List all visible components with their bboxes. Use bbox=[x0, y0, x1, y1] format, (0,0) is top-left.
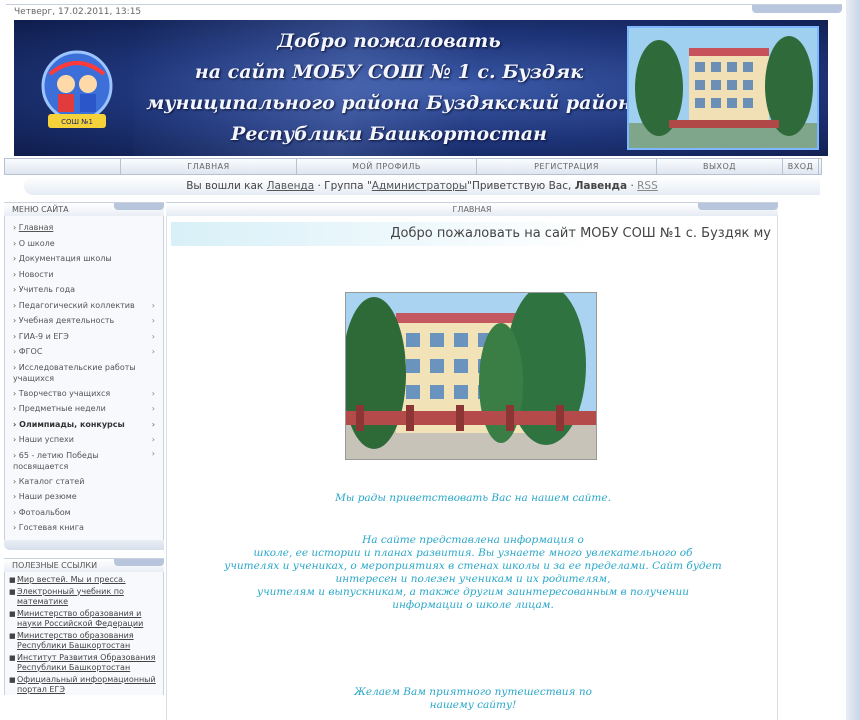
chevron-right-icon: › bbox=[151, 404, 155, 413]
menu-item[interactable]: › Олимпиады, конкурсы › bbox=[13, 417, 163, 433]
menu-item[interactable]: › Учебная деятельность › bbox=[13, 313, 163, 329]
useful-link[interactable]: Институт Развития Образования Республики… bbox=[9, 653, 159, 673]
chevron-right-icon: › bbox=[151, 316, 155, 325]
useful-links-title: ПОЛЕЗНЫЕ ССЫЛКИ bbox=[4, 557, 164, 572]
main-navigation: ГЛАВНАЯ МОЙ ПРОФИЛЬ РЕГИСТРАЦИЯ ВЫХОД ВХ… bbox=[4, 158, 822, 175]
greeting-name: Лавенда bbox=[574, 180, 628, 192]
school-logo: СОШ №1 bbox=[41, 50, 113, 128]
useful-link[interactable]: Мир вестей. Мы и пресса. bbox=[9, 575, 159, 585]
menu-item[interactable]: › ФГОС › bbox=[13, 344, 163, 360]
menu-item[interactable]: › Главная bbox=[13, 220, 163, 236]
menu-item[interactable]: › 65 - летию Победы посвящается › bbox=[13, 448, 163, 474]
greeting-line: Желаем Вам приятного путешествия по bbox=[354, 686, 592, 698]
chevron-right-icon: › bbox=[151, 448, 155, 458]
menu-item[interactable]: › Творчество учащихся › bbox=[13, 386, 163, 402]
greeting-line: нашему сайту! bbox=[429, 699, 517, 711]
site-title: Добро пожаловать на сайт МОБУ СОШ № 1 с.… bbox=[144, 26, 634, 150]
nav-login[interactable]: ВХОД bbox=[783, 159, 819, 174]
menu-item[interactable]: › ГИА-9 и ЕГЭ › bbox=[13, 329, 163, 345]
site-menu: › Главная › О школе › Документация школы… bbox=[4, 216, 164, 540]
nav-profile[interactable]: МОЙ ПРОФИЛЬ bbox=[297, 159, 477, 174]
date-line: Четверг, 17.02.2011, 13:15 bbox=[6, 4, 842, 18]
main-body: Добро пожаловать на сайт МОБУ СОШ №1 с. … bbox=[166, 216, 778, 720]
useful-links: Мир вестей. Мы и пресса. Электронный уче… bbox=[4, 571, 164, 695]
date-text: Четверг, 17.02.2011, 13:15 bbox=[14, 7, 142, 17]
rss-link[interactable]: RSS bbox=[637, 180, 658, 192]
welcome-marquee: Добро пожаловать на сайт МОБУ СОШ №1 с. … bbox=[171, 222, 775, 246]
group-link[interactable]: Администраторы bbox=[372, 180, 467, 192]
greeting-paragraph-1: Мы рады приветствовать Вас на нашем сайт… bbox=[187, 492, 759, 505]
chevron-right-icon: › bbox=[151, 419, 155, 429]
useful-link[interactable]: Министерство образования и науки Российс… bbox=[9, 609, 159, 629]
greeting-paragraph-2: На сайте представлена информация о школе… bbox=[187, 534, 759, 612]
menu-item[interactable]: › Фотоальбом bbox=[13, 505, 163, 521]
separator: · bbox=[630, 180, 634, 192]
chevron-right-icon: › bbox=[151, 388, 155, 398]
nav-logout[interactable]: ВЫХОД bbox=[657, 159, 783, 174]
greeting-text: "Приветствую Вас, bbox=[467, 180, 575, 192]
menu-item[interactable]: › Каталог статей bbox=[13, 474, 163, 490]
site-title-line: Добро пожаловать bbox=[277, 30, 501, 52]
sidebar: МЕНЮ САЙТА › Главная › О школе › Докумен… bbox=[4, 202, 164, 697]
main-title: ГЛАВНАЯ bbox=[166, 202, 778, 216]
chevron-right-icon: › bbox=[151, 331, 155, 341]
site-title-line: муниципального района Буздякский район bbox=[146, 92, 632, 114]
group-prefix: · Группа " bbox=[317, 180, 372, 192]
menu-item[interactable]: › Предметные недели › bbox=[13, 401, 163, 417]
menu-item[interactable]: › Наши успехи › bbox=[13, 432, 163, 448]
school-photo bbox=[345, 292, 597, 460]
username-link[interactable]: Лавенда bbox=[267, 180, 315, 192]
greeting-line: Мы рады приветствовать Вас на нашем сайт… bbox=[335, 492, 611, 504]
menu-item[interactable]: › Новости bbox=[13, 267, 163, 283]
site-header: СОШ №1 Добро пожаловать на сайт МОБУ СОШ… bbox=[14, 20, 828, 156]
greeting-line: информации о школе лицам. bbox=[392, 599, 554, 611]
menu-item[interactable]: › Педагогический коллектив › bbox=[13, 298, 163, 314]
menu-item[interactable]: › Гостевая книга bbox=[13, 520, 163, 536]
menu-item[interactable]: › Учитель года bbox=[13, 282, 163, 298]
menu-box-footer bbox=[4, 539, 164, 550]
menu-item[interactable]: › Наши резюме bbox=[13, 489, 163, 505]
useful-link[interactable]: Электронный учебник по математике bbox=[9, 587, 159, 607]
site-title-line: на сайт МОБУ СОШ № 1 с. Буздяк bbox=[194, 61, 584, 83]
useful-link[interactable]: Официальный информационный портал ЕГЭ bbox=[9, 675, 159, 695]
greeting-line: учителям и выпускникам, а также другим з… bbox=[256, 586, 689, 598]
nav-home[interactable]: ГЛАВНАЯ bbox=[121, 159, 297, 174]
menu-item[interactable]: › Исследовательские работы учащихся bbox=[13, 360, 163, 386]
greeting-line: учителях и учениках, о мероприятиях в ст… bbox=[224, 560, 722, 572]
user-status-bar: Вы вошли как Лавенда · Группа "Администр… bbox=[24, 177, 820, 195]
greeting-paragraph-3: Желаем Вам приятного путешествия по наше… bbox=[187, 686, 759, 712]
useful-link[interactable]: Министерство образования Республики Башк… bbox=[9, 631, 159, 651]
greeting-line: школе, ее истории и планах развития. Вы … bbox=[253, 547, 693, 559]
greeting-line: интересен и полезен ученикам и их родите… bbox=[335, 573, 611, 585]
main-content: ГЛАВНАЯ Добро пожаловать на сайт МОБУ СО… bbox=[166, 202, 778, 720]
menu-item[interactable]: › О школе bbox=[13, 236, 163, 252]
chevron-right-icon: › bbox=[151, 347, 155, 356]
page-scrollbar[interactable] bbox=[846, 0, 860, 720]
logo-text: СОШ №1 bbox=[61, 118, 93, 126]
nav-registration[interactable]: РЕГИСТРАЦИЯ bbox=[477, 159, 657, 174]
menu-item[interactable]: › Документация школы bbox=[13, 251, 163, 267]
site-menu-title: МЕНЮ САЙТА bbox=[4, 202, 164, 216]
chevron-right-icon: › bbox=[151, 435, 155, 444]
chevron-right-icon: › bbox=[151, 300, 155, 310]
greeting-line: На сайте представлена информация о bbox=[362, 534, 584, 546]
header-school-photo bbox=[627, 26, 819, 150]
site-title-line: Республики Башкортостан bbox=[231, 123, 547, 145]
user-status-prefix: Вы вошли как bbox=[186, 180, 264, 192]
nav-spacer bbox=[5, 159, 121, 174]
